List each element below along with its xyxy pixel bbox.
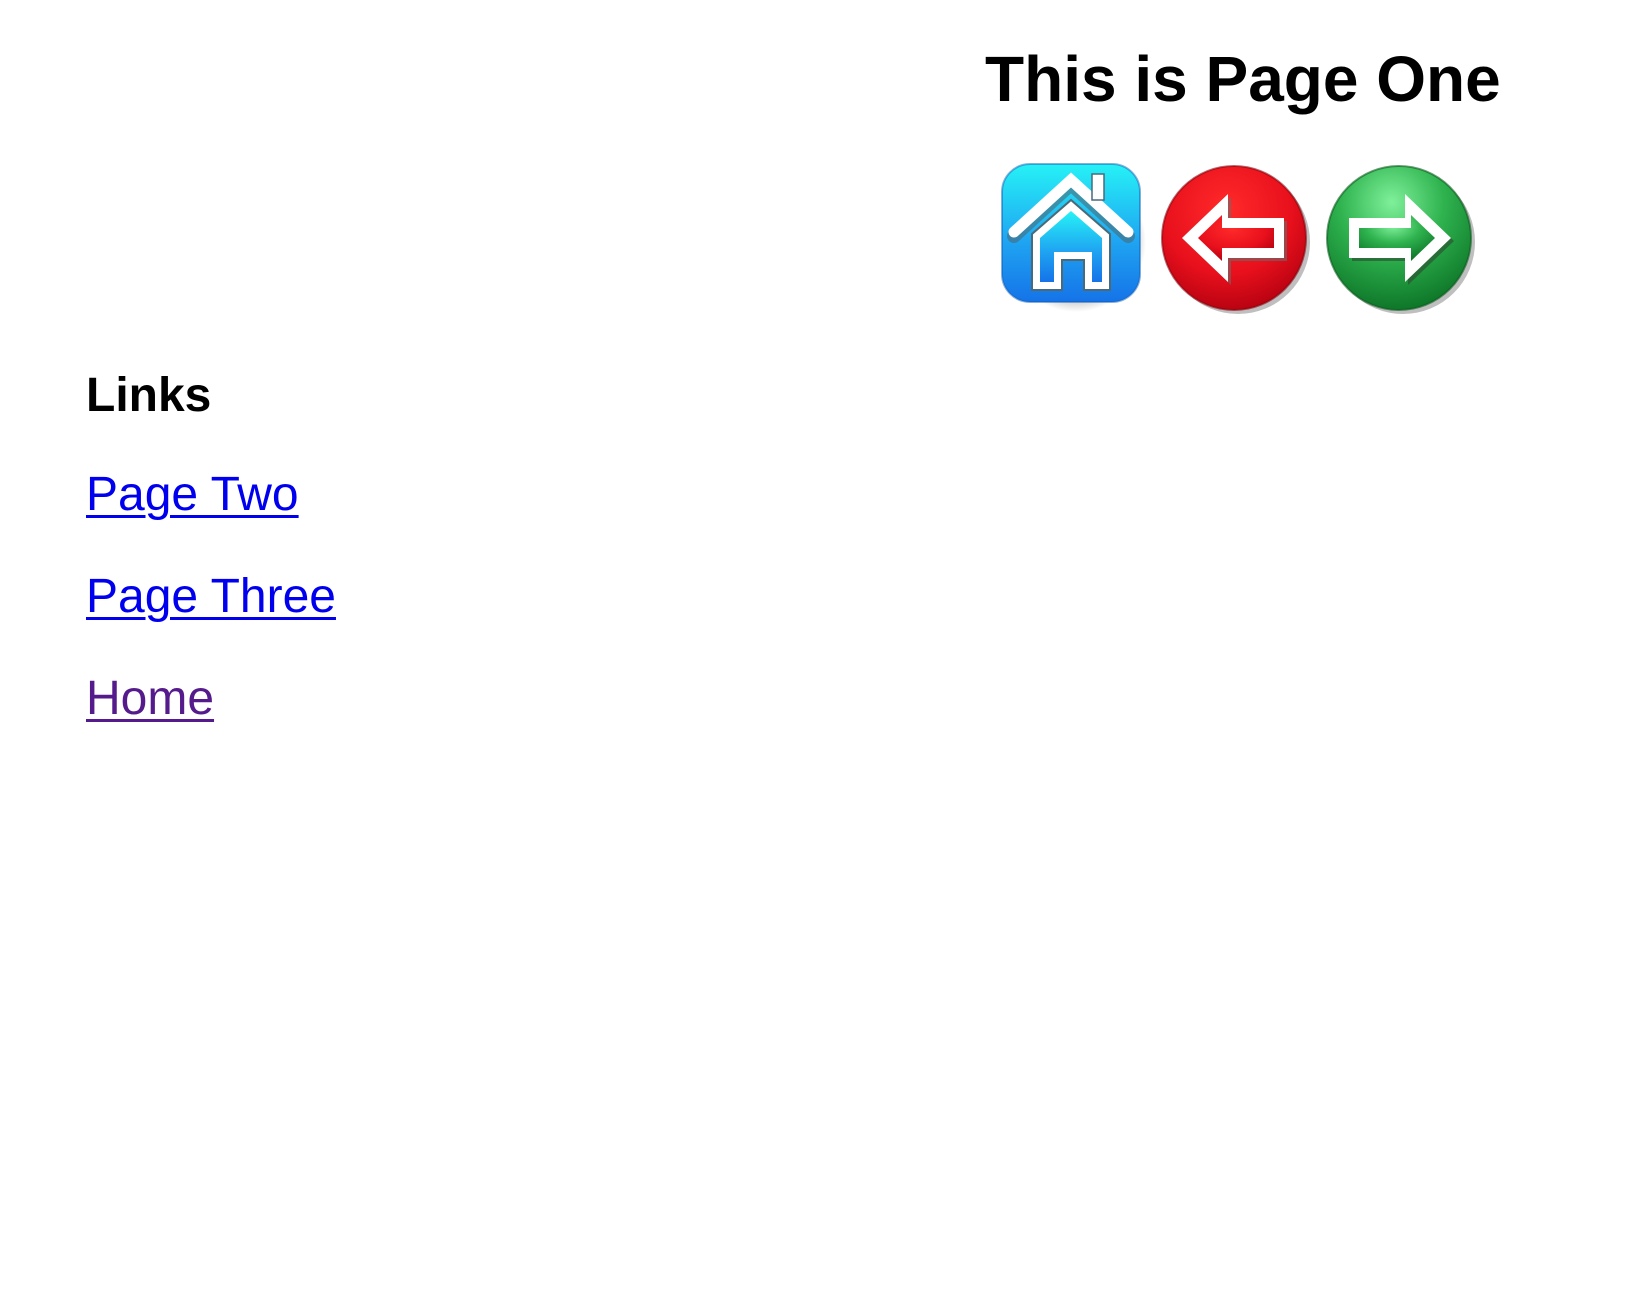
nav-icon-bar <box>1000 162 1496 322</box>
link-page-two[interactable]: Page Two <box>86 465 299 525</box>
link-page-three[interactable]: Page Three <box>86 567 336 627</box>
link-home[interactable]: Home <box>86 669 214 729</box>
page-title: This is Page One <box>985 43 1501 115</box>
forward-arrow-icon[interactable] <box>1325 162 1477 318</box>
links-heading: Links <box>86 369 212 422</box>
home-icon[interactable] <box>1000 162 1148 312</box>
back-arrow-icon[interactable] <box>1160 162 1312 318</box>
